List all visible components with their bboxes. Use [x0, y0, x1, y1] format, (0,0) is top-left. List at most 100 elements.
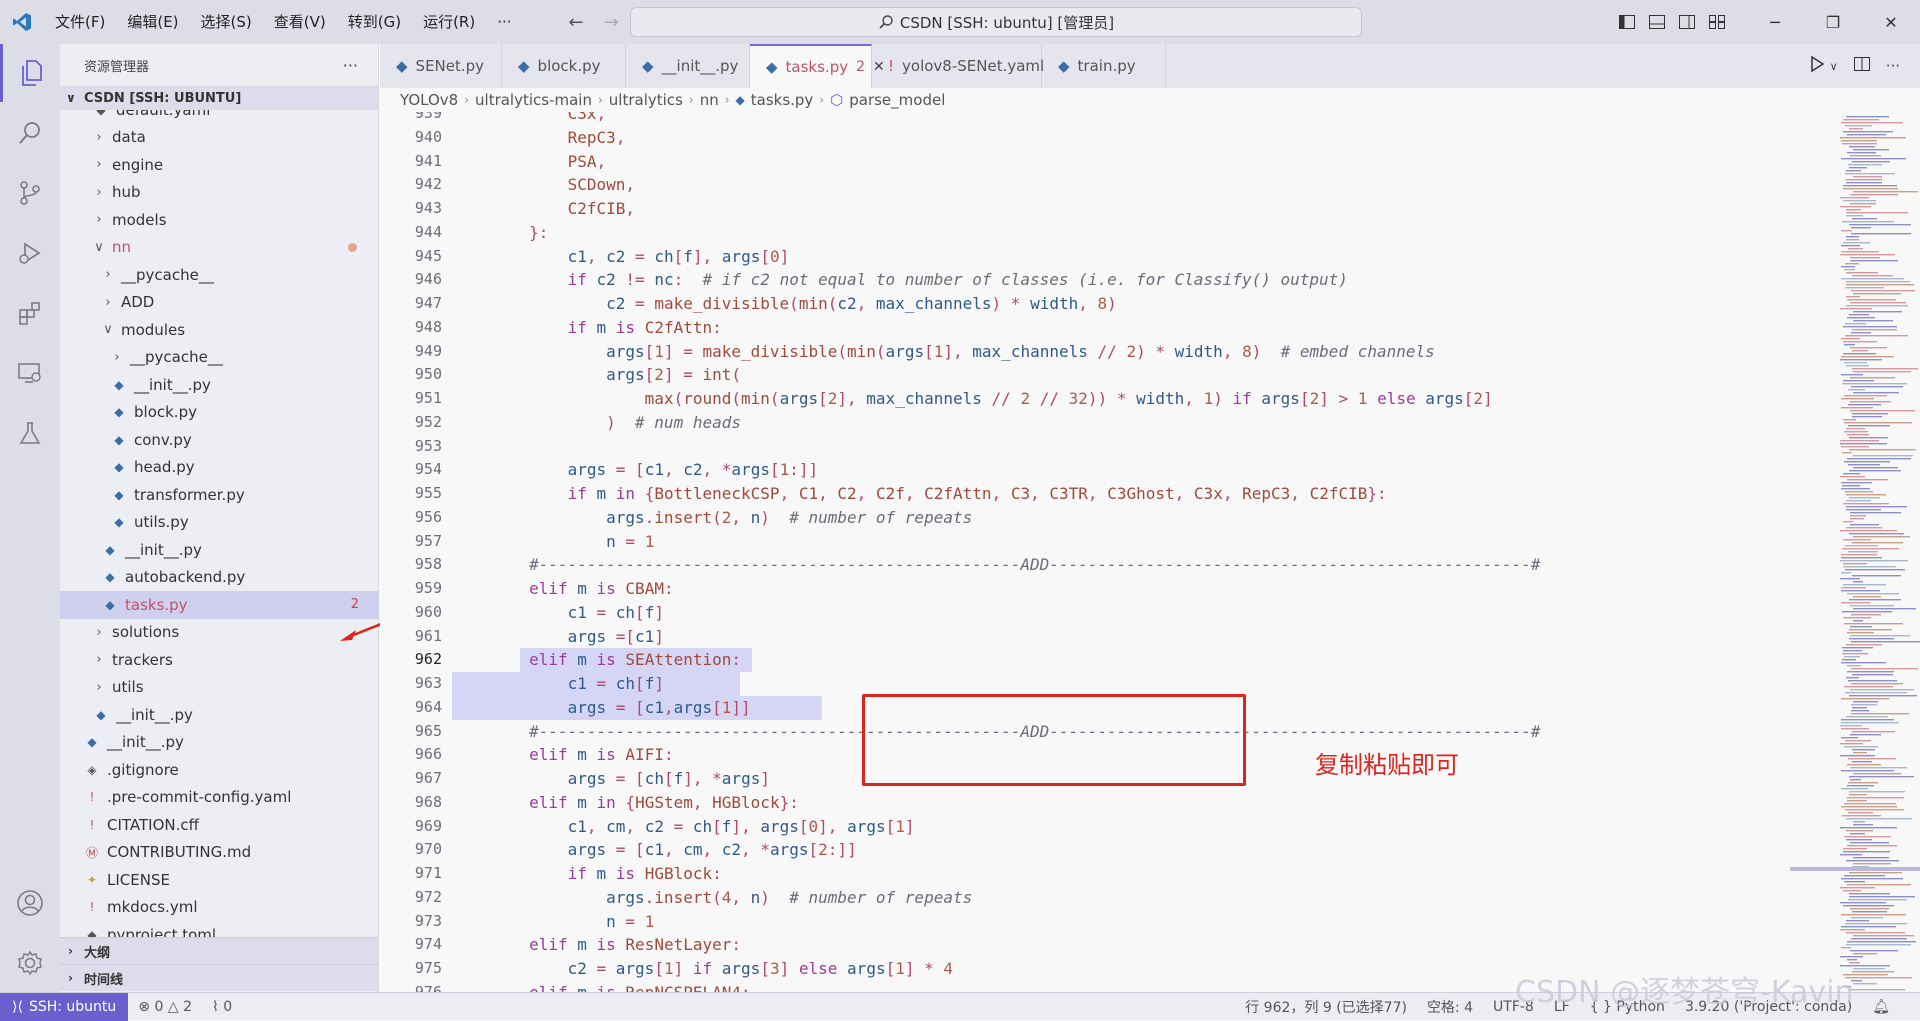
- tree-item[interactable]: ◆ __init__.py: [60, 729, 379, 757]
- tree-item[interactable]: ∨ nn: [60, 234, 379, 262]
- code-line[interactable]: 955 if m in {BottleneckCSP, C1, C2, C2f,…: [380, 482, 1790, 506]
- code-line[interactable]: 968 elif m in {HGStem, HGBlock}:: [380, 791, 1790, 815]
- command-center[interactable]: CSDN [SSH: ubuntu] [管理员]: [630, 7, 1362, 37]
- code-line[interactable]: 973 n = 1: [380, 910, 1790, 934]
- tree-item[interactable]: ◆ block.py: [60, 399, 379, 427]
- source-control-icon[interactable]: [0, 164, 60, 222]
- tree-item[interactable]: ◆ utils.py: [60, 509, 379, 537]
- code-line[interactable]: 962 elif m is SEAttention:: [380, 648, 1790, 672]
- code-line[interactable]: 954 args = [c1, c2, *args[1:]]: [380, 458, 1790, 482]
- tree-item[interactable]: › engine: [60, 151, 379, 179]
- code-line[interactable]: 951 max(round(min(args[2], max_channels …: [380, 387, 1790, 411]
- customize-layout-icon[interactable]: [1702, 0, 1732, 44]
- code-line[interactable]: 963 c1 = ch[f]: [380, 672, 1790, 696]
- tab--init-py[interactable]: ◆ __init__.py: [626, 44, 750, 88]
- code-line[interactable]: 943 C2fCIB,: [380, 197, 1790, 221]
- tree-item[interactable]: › __pycache__: [60, 261, 379, 289]
- search-icon[interactable]: [0, 104, 60, 162]
- code-line[interactable]: 952 ) # num heads: [380, 411, 1790, 435]
- code-line[interactable]: 946 if c2 != nc: # if c2 not equal to nu…: [380, 268, 1790, 292]
- explorer-icon[interactable]: [0, 44, 60, 102]
- tree-item[interactable]: ◆ transformer.py: [60, 481, 379, 509]
- problems-indicator[interactable]: ⊗ 0 △ 2: [128, 999, 202, 1015]
- code-line[interactable]: 959 elif m is CBAM:: [380, 577, 1790, 601]
- code-line[interactable]: 940 RepC3,: [380, 126, 1790, 150]
- tree-item[interactable]: ◆ tasks.py 2: [60, 591, 379, 619]
- tree-item[interactable]: ✦ LICENSE: [60, 866, 379, 894]
- code-line[interactable]: 948 if m is C2fAttn:: [380, 316, 1790, 340]
- code-line[interactable]: 945 c1, c2 = ch[f], args[0]: [380, 245, 1790, 269]
- tree-item[interactable]: › data: [60, 124, 379, 152]
- tree-item[interactable]: ◆ __init__.py: [60, 536, 379, 564]
- vscode-logo-icon[interactable]: [0, 0, 44, 44]
- code-line[interactable]: 950 args[2] = int(: [380, 363, 1790, 387]
- run-debug-icon[interactable]: [0, 224, 60, 282]
- tree-item[interactable]: › ADD: [60, 289, 379, 317]
- extensions-icon[interactable]: [0, 284, 60, 342]
- workspace-root[interactable]: ∨ CSDN [SSH: UBUNTU]: [60, 86, 378, 110]
- code-line[interactable]: 974 elif m is ResNetLayer:: [380, 933, 1790, 957]
- toggle-panel-icon[interactable]: [1642, 0, 1672, 44]
- tree-item[interactable]: ! CITATION.cff: [60, 811, 379, 839]
- code-line[interactable]: 970 args = [c1, cm, c2, *args[2:]]: [380, 838, 1790, 862]
- explorer-more-button[interactable]: ···: [343, 56, 358, 75]
- code-line[interactable]: 944 }:: [380, 221, 1790, 245]
- tree-item[interactable]: Ⓜ CONTRIBUTING.md: [60, 839, 379, 867]
- tree-item[interactable]: ◆ __init__.py: [60, 371, 379, 399]
- menu-more[interactable]: ···: [486, 0, 522, 44]
- code-line[interactable]: 949 args[1] = make_divisible(min(args[1]…: [380, 340, 1790, 364]
- chevron-down-icon[interactable]: ∨: [1830, 60, 1838, 73]
- minimap[interactable]: [1790, 112, 1920, 992]
- toggle-secondary-sidebar-icon[interactable]: [1672, 0, 1702, 44]
- breadcrumb-item[interactable]: parse_model: [849, 91, 945, 109]
- breadcrumb-item[interactable]: tasks.py: [751, 91, 814, 109]
- ports-indicator[interactable]: ⌇ 0: [202, 999, 242, 1015]
- menu-run[interactable]: 运行(R): [412, 0, 486, 44]
- tree-item[interactable]: › trackers: [60, 646, 379, 674]
- breadcrumb-item[interactable]: ultralytics: [609, 91, 683, 109]
- menu-goto[interactable]: 转到(G): [337, 0, 412, 44]
- tab-block-py[interactable]: ◆ block.py: [502, 44, 626, 88]
- tree-item[interactable]: ! .pre-commit-config.yaml: [60, 784, 379, 812]
- code-line[interactable]: 960 c1 = ch[f]: [380, 601, 1790, 625]
- tree-item[interactable]: ◆ autobackend.py: [60, 564, 379, 592]
- tree-item[interactable]: › solutions: [60, 619, 379, 647]
- tab-yolov8-senet-yaml[interactable]: ! yolov8-SENet.yaml: [872, 44, 1044, 88]
- code-line[interactable]: 956 args.insert(2, n) # number of repeat…: [380, 506, 1790, 530]
- tree-item[interactable]: › hub: [60, 179, 379, 207]
- code-line[interactable]: 953: [380, 435, 1790, 459]
- tree-item[interactable]: ◆ __init__.py: [60, 701, 379, 729]
- more-actions-icon[interactable]: ···: [1886, 57, 1900, 75]
- menu-edit[interactable]: 编辑(E): [116, 0, 189, 44]
- code-line[interactable]: 947 c2 = make_divisible(min(c2, max_chan…: [380, 292, 1790, 316]
- restore-button[interactable]: ❐: [1804, 0, 1862, 44]
- split-editor-icon[interactable]: [1853, 57, 1870, 75]
- cursor-position[interactable]: 行 962，列 9 (已选择77): [1235, 997, 1417, 1017]
- accounts-icon[interactable]: [0, 874, 60, 932]
- timeline-section[interactable]: › 时间线: [60, 964, 379, 991]
- remote-explorer-icon[interactable]: [0, 344, 60, 402]
- code-line[interactable]: 958 #-----------------------------------…: [380, 553, 1790, 577]
- forward-arrow-icon[interactable]: →: [604, 12, 619, 33]
- tab-senet-py[interactable]: ◆ SENet.py: [380, 44, 502, 88]
- indentation[interactable]: 空格: 4: [1417, 997, 1483, 1017]
- code-line[interactable]: 942 SCDown,: [380, 173, 1790, 197]
- run-python-icon[interactable]: [1810, 55, 1825, 76]
- code-line[interactable]: 969 c1, cm, c2 = ch[f], args[0], args[1]: [380, 815, 1790, 839]
- code-line[interactable]: 939 C3x,: [380, 112, 1790, 126]
- menu-file[interactable]: 文件(F): [44, 0, 116, 44]
- tree-item[interactable]: ◆ conv.py: [60, 426, 379, 454]
- breadcrumb-item[interactable]: nn: [700, 91, 719, 109]
- code-line[interactable]: 972 args.insert(4, n) # number of repeat…: [380, 886, 1790, 910]
- toggle-sidebar-icon[interactable]: [1612, 0, 1642, 44]
- minimize-button[interactable]: ─: [1746, 0, 1804, 44]
- back-arrow-icon[interactable]: ←: [569, 12, 584, 33]
- tree-item[interactable]: › __pycache__: [60, 344, 379, 372]
- code-line[interactable]: 961 args =[c1]: [380, 625, 1790, 649]
- tree-item[interactable]: ◆ head.py: [60, 454, 379, 482]
- breadcrumb-item[interactable]: YOLOv8: [400, 91, 458, 109]
- tree-item[interactable]: ! mkdocs.yml: [60, 894, 379, 922]
- code-line[interactable]: 957 n = 1: [380, 530, 1790, 554]
- notifications-bell-icon[interactable]: 🔔︎: [1862, 999, 1900, 1015]
- settings-gear-icon[interactable]: [0, 934, 60, 992]
